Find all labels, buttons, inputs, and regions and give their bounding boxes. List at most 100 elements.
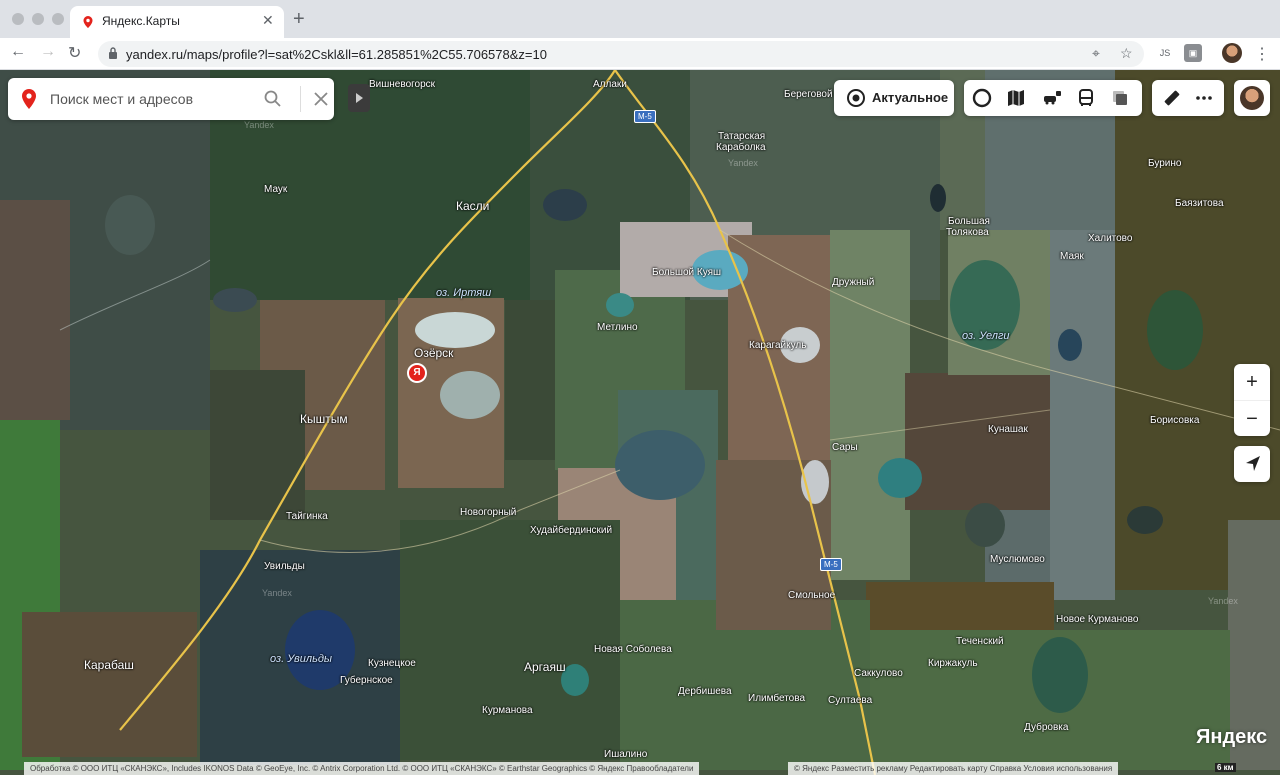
place-label-vishnevogorsk: Вишневогорск (369, 79, 436, 90)
place-label-uvildy: Увильды (264, 561, 305, 572)
place-label-novoe-kurmanovo: Новое Курманово (1056, 614, 1139, 625)
place-label-metlino: Метлино (597, 322, 638, 333)
place-label-ishalino: Ишалино (604, 749, 648, 760)
js-extension-icon[interactable]: JS (1156, 44, 1174, 62)
lake-label-irtyash: оз. Иртяш (436, 287, 492, 299)
transit-icon[interactable] (1076, 88, 1096, 108)
actual-layer-icon (847, 89, 865, 107)
place-label-sary: Сары (832, 442, 858, 453)
zoom-control: + − (1234, 364, 1270, 436)
map-scale-label: 6 км (1215, 763, 1236, 772)
browser-profile-avatar[interactable] (1222, 43, 1242, 63)
layers-panel (964, 80, 1142, 116)
yandex-services-icon[interactable] (972, 88, 992, 108)
yandex-location-marker[interactable]: Я (407, 363, 427, 383)
place-label-karagaykul: Карагайкуль (749, 340, 807, 351)
place-label-mauk: Маук (264, 184, 288, 195)
place-label-beregovoy: Береговой (784, 89, 833, 100)
collapse-panel-button[interactable] (348, 84, 370, 112)
minimize-window-button[interactable] (32, 13, 44, 25)
zoom-in-button[interactable]: + (1234, 364, 1270, 400)
close-icon[interactable] (312, 90, 330, 108)
place-label-novaya-sobolevo: Новая Соболева (594, 644, 672, 655)
place-label-borisovka: Борисовка (1150, 415, 1200, 426)
more-dots-icon[interactable] (1194, 88, 1214, 108)
search-input[interactable] (50, 78, 260, 120)
satellite-map[interactable]: Вишневогорск Аллаки Береговой Татарская … (0, 70, 1280, 775)
map-footer-links[interactable]: © Яндекс Разместить рекламу Редактироват… (788, 762, 1119, 775)
place-label-kurmanova: Курманова (482, 705, 533, 716)
layer-switcher-icon[interactable] (1110, 88, 1130, 108)
close-window-button[interactable] (12, 13, 24, 25)
user-avatar-button[interactable] (1234, 80, 1270, 116)
place-label-tolyakova: Толякова (946, 227, 989, 238)
navigation-arrow-icon (1246, 456, 1260, 471)
reload-button[interactable]: ↻ (68, 43, 81, 63)
tools-panel (1152, 80, 1224, 116)
lock-icon (109, 47, 117, 59)
lake-label-uelgi: оз. Уелги (962, 330, 1010, 342)
place-label-muslyumovo: Муслюмово (990, 554, 1045, 565)
address-bar[interactable]: yandex.ru/maps/profile?l=sat%2Cskl&ll=61… (98, 41, 1144, 67)
place-label-sultaeva: Султаева (828, 695, 873, 706)
map-watermark: Yandex (1208, 596, 1238, 606)
geolocation-button[interactable] (1234, 446, 1270, 482)
place-label-kuznetskoe: Кузнецкое (368, 658, 416, 669)
actual-button[interactable]: Актуальное (834, 80, 954, 116)
road-badge-m5: M-5 (634, 110, 656, 123)
place-label-kirzhakul: Киржакуль (928, 658, 978, 669)
yandex-logo: Яндекс (1196, 726, 1268, 748)
satellite-imagery (0, 70, 1280, 775)
place-label-druzhny: Дружный (832, 277, 875, 288)
place-label-mayak: Маяк (1060, 251, 1084, 262)
place-label-karabolka: Караболка (716, 142, 766, 153)
place-label-novogorny: Новогорный (460, 507, 517, 518)
tab-close-icon[interactable]: ✕ (262, 12, 274, 29)
traffic-icon[interactable] (1042, 88, 1062, 108)
place-label-bolshoy-kuyash: Большой Куяш (652, 267, 722, 278)
back-button[interactable]: ← (10, 43, 26, 61)
ruler-icon[interactable] (1162, 88, 1182, 108)
lake-label-uvildy: оз. Увильды (270, 653, 333, 665)
url-text: yandex.ru/maps/profile?l=sat%2Cskl&ll=61… (126, 47, 547, 62)
browser-toolbar: ← → ↻ yandex.ru/maps/profile?l=sat%2Cskl… (0, 38, 1280, 70)
place-label-buryino: Бурино (1148, 158, 1182, 169)
place-label-kunashak: Кунашак (988, 424, 1028, 435)
location-icon[interactable]: ⌖ (1092, 45, 1100, 62)
place-label-bayazitova: Баязитова (1175, 198, 1224, 209)
zoom-out-button[interactable]: − (1234, 400, 1270, 436)
place-label-ilimbetova: Илимбетова (748, 693, 806, 704)
map-search-box (8, 78, 334, 120)
map-pin-icon (22, 89, 36, 109)
search-icon[interactable] (263, 89, 283, 109)
map-watermark: Yandex (728, 158, 758, 168)
place-label-karabash: Карабаш (84, 658, 134, 672)
map-layers-icon[interactable] (1006, 88, 1026, 108)
avatar (1240, 86, 1264, 110)
actual-label: Актуальное (872, 90, 949, 105)
extension-icon[interactable]: ▣ (1184, 44, 1202, 62)
bookmark-star-icon[interactable]: ☆ (1120, 45, 1133, 62)
place-label-gubernskoe: Губернское (340, 675, 393, 686)
place-label-kyshtym: Кыштым (300, 412, 348, 426)
map-watermark: Yandex (244, 120, 274, 130)
map-attribution: Обработка © ООО ИТЦ «СКАНЭКС», Includes … (24, 762, 700, 775)
triangle-right-icon (356, 93, 363, 103)
place-label-argayash: Аргаяш (524, 660, 566, 674)
place-label-kasli: Касли (456, 199, 490, 213)
map-watermark: Yandex (262, 588, 292, 598)
browser-tab[interactable]: Яндекс.Карты ✕ (70, 6, 284, 38)
place-label-bolshaya: Большая (948, 216, 990, 227)
road-badge-m5: M-5 (820, 558, 842, 571)
place-label-khudayberdinsky: Худайбердинский (530, 525, 613, 536)
place-label-dubrovka: Дубровка (1024, 722, 1069, 733)
maximize-window-button[interactable] (52, 13, 64, 25)
place-label-tatarskaya: Татарская (718, 131, 766, 142)
tab-title: Яндекс.Карты (102, 14, 180, 28)
forward-button[interactable]: → (40, 43, 56, 61)
yandex-maps-favicon-icon (83, 16, 93, 28)
search-divider (300, 86, 301, 112)
new-tab-button[interactable]: + (293, 8, 305, 31)
browser-menu-icon[interactable]: ⋮ (1254, 44, 1270, 64)
place-label-sakkulovo: Саккулово (854, 668, 903, 679)
